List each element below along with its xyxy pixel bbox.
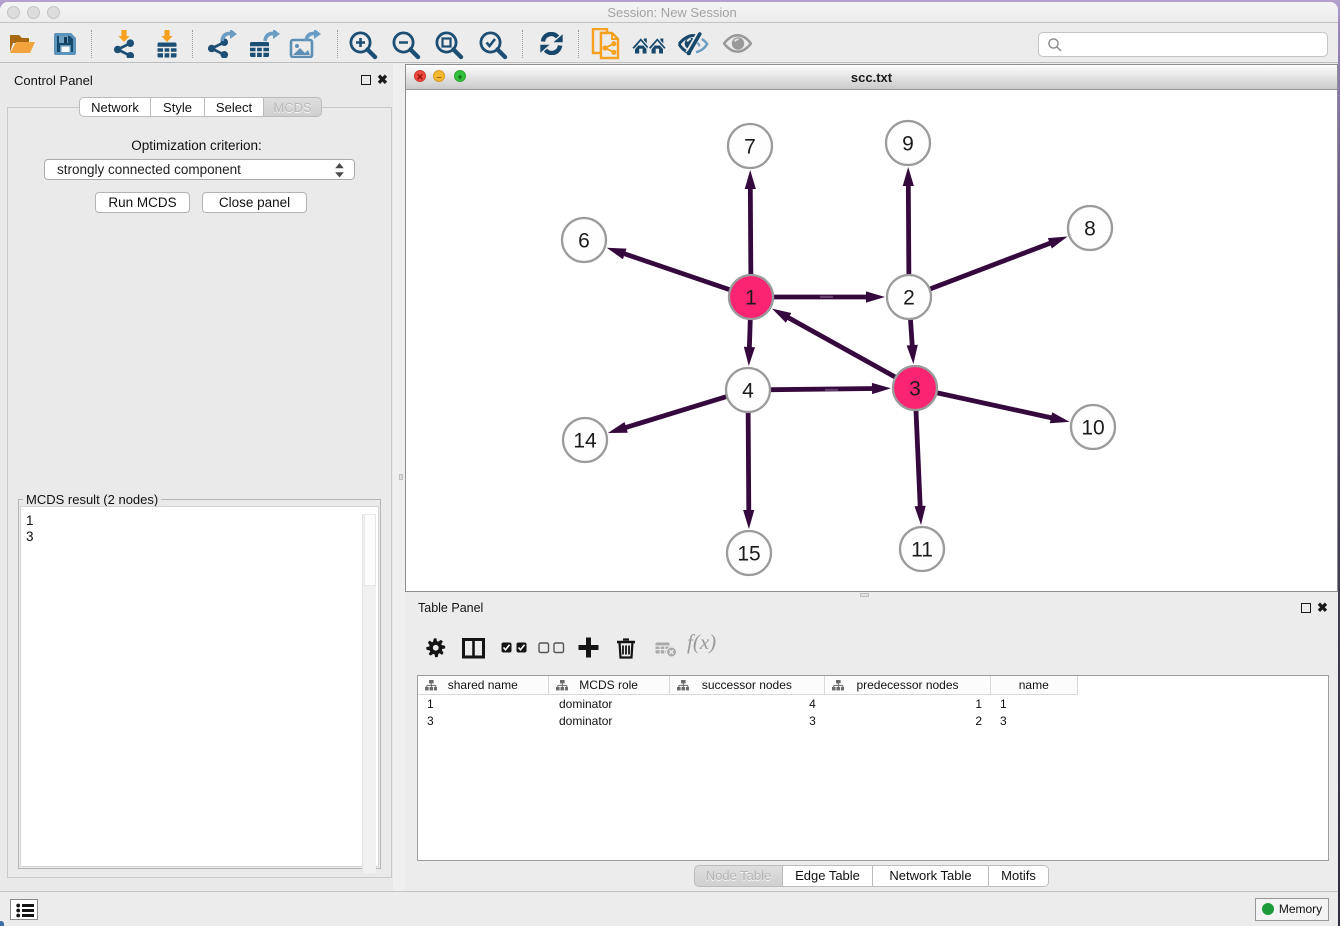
svg-text:11: 11 — [911, 539, 933, 562]
svg-text:15: 15 — [737, 543, 760, 566]
svg-text:2: 2 — [903, 287, 915, 310]
svg-text:4: 4 — [742, 380, 754, 403]
svg-text:1: 1 — [745, 287, 757, 310]
svg-text:7: 7 — [744, 136, 756, 159]
svg-text:8: 8 — [1084, 218, 1096, 241]
svg-text:14: 14 — [573, 430, 597, 453]
svg-text:6: 6 — [578, 230, 590, 253]
svg-text:10: 10 — [1081, 417, 1104, 440]
svg-text:9: 9 — [902, 133, 914, 156]
svg-text:3: 3 — [909, 378, 921, 401]
